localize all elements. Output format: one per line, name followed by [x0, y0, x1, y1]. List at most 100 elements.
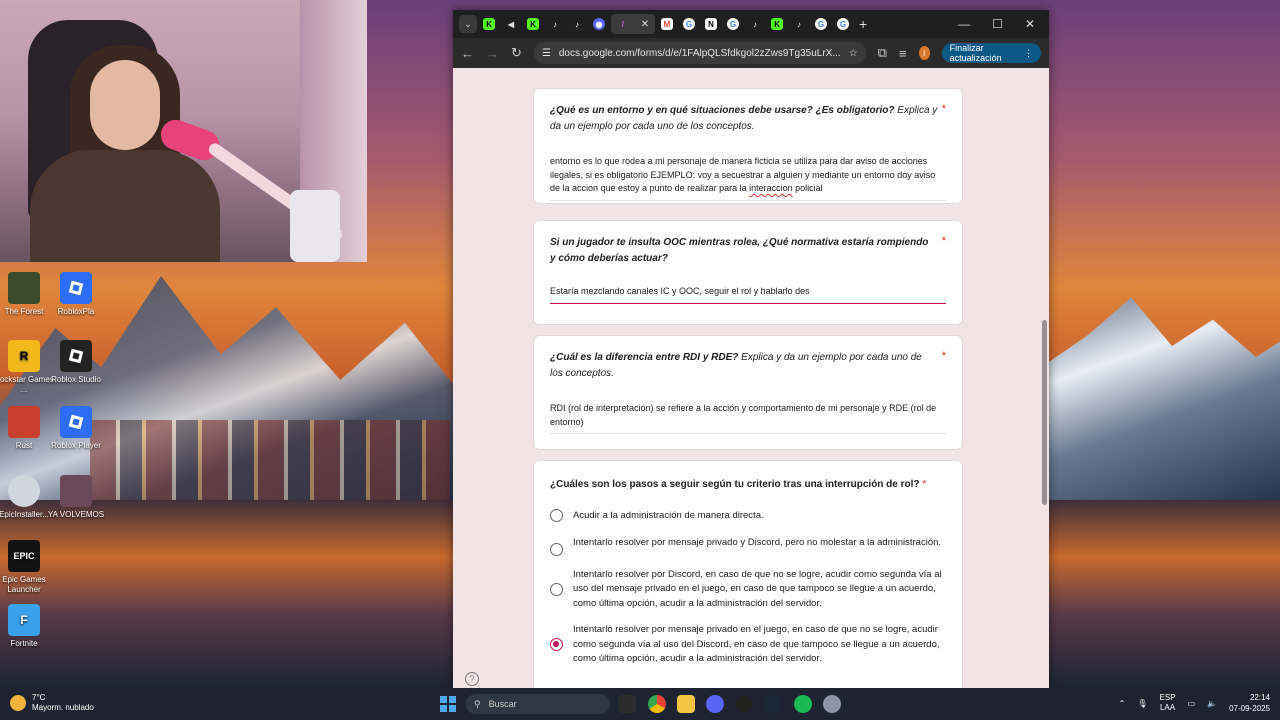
- address-bar[interactable]: ☰ docs.google.com/forms/d/e/1FAlpQLSfdkg…: [533, 42, 866, 64]
- tab-tiktok-1[interactable]: ♪: [545, 14, 565, 34]
- taskbar-search[interactable]: ⚲ Buscar: [466, 694, 610, 714]
- radio-option-4[interactable]: Intentarlo resolver por mensaje privado …: [550, 623, 946, 667]
- tab-kick-1[interactable]: K: [479, 14, 499, 34]
- file-explorer-icon[interactable]: [677, 695, 695, 713]
- answer-text-end: policial: [792, 183, 823, 193]
- steam-icon[interactable]: [764, 695, 782, 713]
- obs-icon[interactable]: [735, 695, 753, 713]
- volume-icon[interactable]: 🔈: [1207, 699, 1217, 708]
- tab-tiktok-2[interactable]: ♪: [567, 14, 587, 34]
- required-asterisk: *: [941, 235, 946, 247]
- desktop-icon-roblox-player-1[interactable]: RobloxPla: [46, 272, 106, 317]
- desktop-icon-ya-volvemos[interactable]: YA VOLVEMOS: [46, 475, 106, 520]
- radio-option-2[interactable]: Intentarlo resolver por mensaje privado …: [550, 536, 946, 556]
- kebab-menu-icon[interactable]: ⋮: [1024, 48, 1033, 59]
- question-card-entorno: ¿Qué es un entorno y en qué situaciones …: [533, 88, 963, 204]
- microphone-icon[interactable]: 🎙: [1137, 699, 1147, 708]
- tab-kick-3[interactable]: K: [767, 14, 787, 34]
- tiktok-icon: ♪: [575, 19, 579, 29]
- required-asterisk: *: [922, 479, 927, 490]
- desktop-icon-roblox-studio[interactable]: Roblox Studio: [46, 340, 106, 385]
- weather-widget[interactable]: 7°C Mayorm. nublado: [10, 693, 94, 713]
- tiktok-icon: ♪: [553, 19, 557, 29]
- media-controls-icon[interactable]: ≡: [899, 46, 907, 61]
- extensions-icon[interactable]: ⧉: [878, 45, 887, 61]
- windows-start-icon[interactable]: [440, 696, 456, 712]
- radio-button[interactable]: [550, 582, 563, 596]
- system-tray: ⌃ 🎙 ESP LAA ▭ 🔈 22:14 07-09-2025: [1119, 692, 1270, 714]
- desktop-icon-roblox-player-2[interactable]: Roblox Player: [46, 406, 106, 451]
- desktop-icon-label: Epic Games Launcher: [2, 575, 46, 594]
- minimize-icon[interactable]: —: [958, 17, 970, 31]
- tab-notion[interactable]: N: [701, 14, 721, 34]
- question-title-bold: Si un jugador te insulta OOC mientras ro…: [550, 237, 929, 264]
- keyboard-layout: LAA: [1159, 703, 1176, 712]
- rust-icon: [8, 406, 40, 438]
- desktop-icon-fortnite[interactable]: F Fortnite: [0, 604, 54, 649]
- google-icon: G: [683, 18, 695, 30]
- radio-option-label: Intentarlo resolver por mensaje privado …: [573, 624, 940, 664]
- scrollbar-thumb[interactable]: [1042, 320, 1047, 505]
- clock[interactable]: 22:14 07-09-2025: [1229, 692, 1270, 714]
- profile-avatar[interactable]: I: [918, 46, 930, 60]
- radio-option-label: Acudir a la administración de manera dir…: [573, 510, 764, 521]
- settings-gear-icon[interactable]: [823, 695, 841, 713]
- tab-google-1[interactable]: G: [679, 14, 699, 34]
- reload-icon[interactable]: ↻: [511, 45, 522, 61]
- roblox-icon: [60, 406, 92, 438]
- maximize-icon[interactable]: ☐: [992, 17, 1003, 31]
- answer-text: entorno es lo que rodea a mi personaje d…: [550, 156, 936, 193]
- new-tab-button[interactable]: +: [859, 16, 867, 32]
- video-file-icon: [60, 475, 92, 507]
- question-title-bold: ¿Cuál es la diferencia entre RDI y RDE?: [550, 352, 739, 363]
- close-tab-icon[interactable]: ✕: [641, 19, 649, 30]
- answer-textarea-entorno[interactable]: entorno es lo que rodea a mi personaje d…: [550, 155, 946, 201]
- tab-google-4[interactable]: G: [833, 14, 853, 34]
- tab-tiktok-4[interactable]: ♪: [789, 14, 809, 34]
- radio-button[interactable]: [550, 509, 563, 522]
- chevron-up-icon[interactable]: ⌃: [1119, 699, 1126, 708]
- desktop-icon-epic-games[interactable]: EPIC Epic Games Launcher: [0, 540, 54, 595]
- webcam-bottle: [290, 190, 340, 262]
- answer-textarea-ooc[interactable]: Estaría mezclando canales IC y OOC, segu…: [550, 285, 946, 304]
- discord-icon[interactable]: [706, 695, 724, 713]
- speaker-icon: ◀: [507, 19, 515, 29]
- chrome-icon[interactable]: [648, 695, 666, 713]
- help-icon[interactable]: ?: [465, 672, 479, 686]
- tab-gmail[interactable]: M: [657, 14, 677, 34]
- forward-arrow-icon[interactable]: →: [486, 46, 499, 61]
- network-icon[interactable]: ▭: [1188, 699, 1196, 708]
- form-page: ¿Qué es un entorno y en qué situaciones …: [453, 68, 1049, 688]
- tab-google-2[interactable]: G: [723, 14, 743, 34]
- required-asterisk: *: [941, 103, 946, 115]
- spotify-icon[interactable]: [794, 695, 812, 713]
- tab-strip: ⌄ K ◀ K ♪ ♪ ◉ / ✕ M G N G ♪ K ♪ G G + — …: [453, 10, 1049, 38]
- tab-discord[interactable]: ◉: [589, 14, 609, 34]
- webcam-body: [30, 150, 220, 262]
- radio-option-3[interactable]: Intentarlo resolver por Discord, en caso…: [550, 568, 946, 612]
- window-controls: — ☐ ✕: [958, 17, 1043, 31]
- tab-audio[interactable]: ◀: [501, 14, 521, 34]
- tab-tiktok-3[interactable]: ♪: [745, 14, 765, 34]
- task-view-icon[interactable]: [618, 695, 636, 713]
- radio-button-selected[interactable]: [550, 638, 563, 651]
- answer-textarea-rdi-rde[interactable]: RDI (rol de interpretación) se refiere a…: [550, 402, 946, 434]
- tiktok-icon: ♪: [797, 19, 801, 29]
- tab-google-3[interactable]: G: [811, 14, 831, 34]
- radio-button[interactable]: [550, 542, 563, 556]
- question-card-ooc: Si un jugador te insulta OOC mientras ro…: [533, 220, 963, 325]
- bookmark-star-icon[interactable]: ☆: [849, 48, 858, 59]
- radio-option-1[interactable]: Acudir a la administración de manera dir…: [550, 509, 946, 524]
- tab-kick-2[interactable]: K: [523, 14, 543, 34]
- epic-games-icon: EPIC: [8, 540, 40, 572]
- back-arrow-icon[interactable]: ←: [461, 46, 474, 61]
- close-window-icon[interactable]: ✕: [1025, 17, 1035, 31]
- question-title-bold: ¿Cuáles son los pasos a seguir según tu …: [550, 479, 920, 490]
- site-info-icon[interactable]: ☰: [542, 48, 551, 59]
- tab-google-forms-active[interactable]: / ✕: [611, 14, 655, 34]
- language-indicator[interactable]: ESP LAA: [1160, 693, 1176, 713]
- finish-update-button[interactable]: Finalizar actualización ⋮: [941, 43, 1041, 63]
- page-scrollbar[interactable]: [1042, 72, 1047, 688]
- taskbar: 7°C Mayorm. nublado ⚲ Buscar ⌃ 🎙 ESP LAA…: [0, 688, 1280, 720]
- tab-search-button[interactable]: ⌄: [459, 15, 477, 33]
